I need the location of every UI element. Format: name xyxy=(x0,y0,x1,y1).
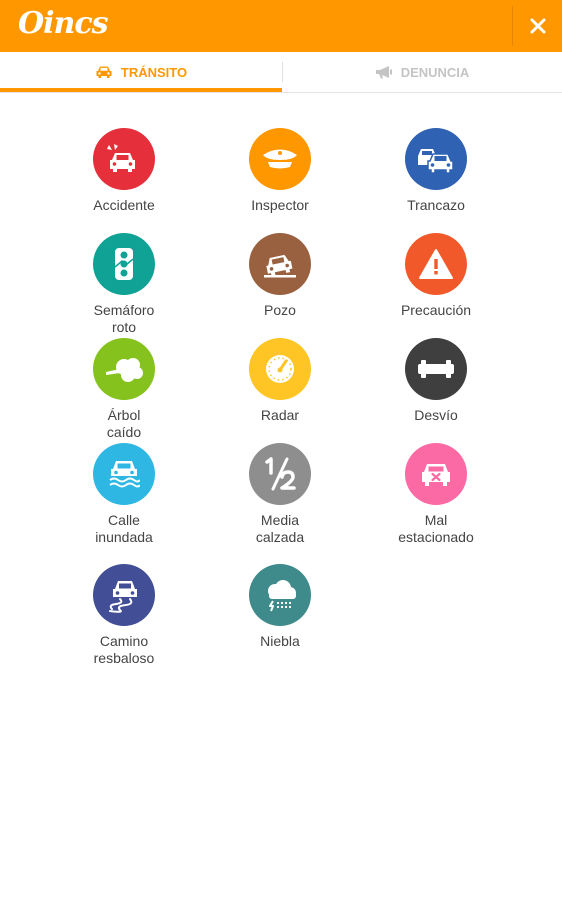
incident-icon-circle xyxy=(93,338,155,400)
active-tab-indicator xyxy=(0,88,282,92)
incident-semaforo-roto[interactable]: Semáforo roto xyxy=(54,233,194,336)
tab-denuncia[interactable]: DENUNCIA xyxy=(282,52,562,92)
traffic-light-icon xyxy=(114,248,134,280)
close-button[interactable] xyxy=(513,0,562,52)
slippery-road-icon xyxy=(109,581,137,613)
incident-label: Desvío xyxy=(414,407,458,423)
incident-label: Precaución xyxy=(400,302,472,318)
incident-label: Semáforo roto xyxy=(93,302,155,335)
tab-denuncia-label: DENUNCIA xyxy=(400,64,470,80)
incident-icon-circle xyxy=(249,564,311,626)
traffic-jam-icon xyxy=(418,149,454,174)
app-logo: Oincs xyxy=(18,6,108,41)
incident-icon-circle xyxy=(405,128,467,190)
fog-icon xyxy=(268,580,296,612)
detour-barrier-icon xyxy=(418,360,454,378)
incident-inspector[interactable]: Inspector xyxy=(210,128,350,214)
incident-niebla[interactable]: Niebla xyxy=(210,564,350,650)
incident-label: Mal estacionado xyxy=(398,512,474,545)
warning-icon xyxy=(419,249,453,279)
tab-transito-label: TRÁNSITO xyxy=(120,64,188,80)
incident-calle-inundada[interactable]: Calle inundada xyxy=(54,443,194,546)
incident-icon-circle xyxy=(405,338,467,400)
incident-icon-circle xyxy=(405,443,467,505)
top-bar: Oincs xyxy=(0,0,562,52)
incident-icon-circle xyxy=(93,443,155,505)
incident-camino-resbaloso[interactable]: Camino resbaloso xyxy=(54,564,194,667)
bad-parking-icon xyxy=(422,464,450,486)
tab-bar: TRÁNSITO DENUNCIA xyxy=(0,52,562,93)
incident-icon-circle xyxy=(93,564,155,626)
incident-media-calzada[interactable]: Media calzada xyxy=(210,443,350,546)
incident-radar[interactable]: Radar xyxy=(210,338,350,424)
incident-desvio[interactable]: Desvío xyxy=(366,338,506,424)
incident-label: Trancazo xyxy=(407,197,465,213)
incident-icon-circle xyxy=(405,233,467,295)
megaphone-icon xyxy=(375,66,392,79)
incident-arbol-caido[interactable]: Árbol caído xyxy=(54,338,194,441)
fallen-tree-icon xyxy=(106,358,143,382)
pothole-icon xyxy=(264,254,296,278)
incident-label: Radar xyxy=(260,407,300,423)
speedometer-icon xyxy=(266,355,294,383)
incident-label: Calle inundada xyxy=(95,512,153,545)
incident-label: Media calzada xyxy=(255,512,305,545)
incident-mal-estacionado[interactable]: Mal estacionado xyxy=(366,443,506,546)
incident-pozo[interactable]: Pozo xyxy=(210,233,350,319)
incident-trancazo[interactable]: Trancazo xyxy=(366,128,506,214)
incident-icon-circle xyxy=(93,128,155,190)
incident-label: Árbol caído xyxy=(106,407,142,440)
incident-icon-circle xyxy=(249,233,311,295)
tab-transito[interactable]: TRÁNSITO xyxy=(0,52,282,92)
incident-icon-circle xyxy=(93,233,155,295)
incident-icon-circle xyxy=(249,128,311,190)
incident-precaucion[interactable]: Precaución xyxy=(366,233,506,319)
close-icon xyxy=(530,18,545,34)
incident-label: Inspector xyxy=(251,197,309,213)
incident-label: Camino resbaloso xyxy=(93,633,155,666)
incident-label: Accidente xyxy=(93,197,155,213)
incident-label: Pozo xyxy=(264,302,296,318)
flooded-street-icon xyxy=(109,461,140,488)
incident-icon-circle xyxy=(249,443,311,505)
half-road-icon xyxy=(265,457,296,491)
car-icon xyxy=(96,66,112,78)
incident-icon-circle xyxy=(249,338,311,400)
incident-accidente[interactable]: Accidente xyxy=(54,128,194,214)
incident-label: Niebla xyxy=(260,633,300,649)
car-crash-icon xyxy=(107,144,135,172)
tab-separator xyxy=(282,62,283,82)
police-cap-icon xyxy=(263,149,297,169)
